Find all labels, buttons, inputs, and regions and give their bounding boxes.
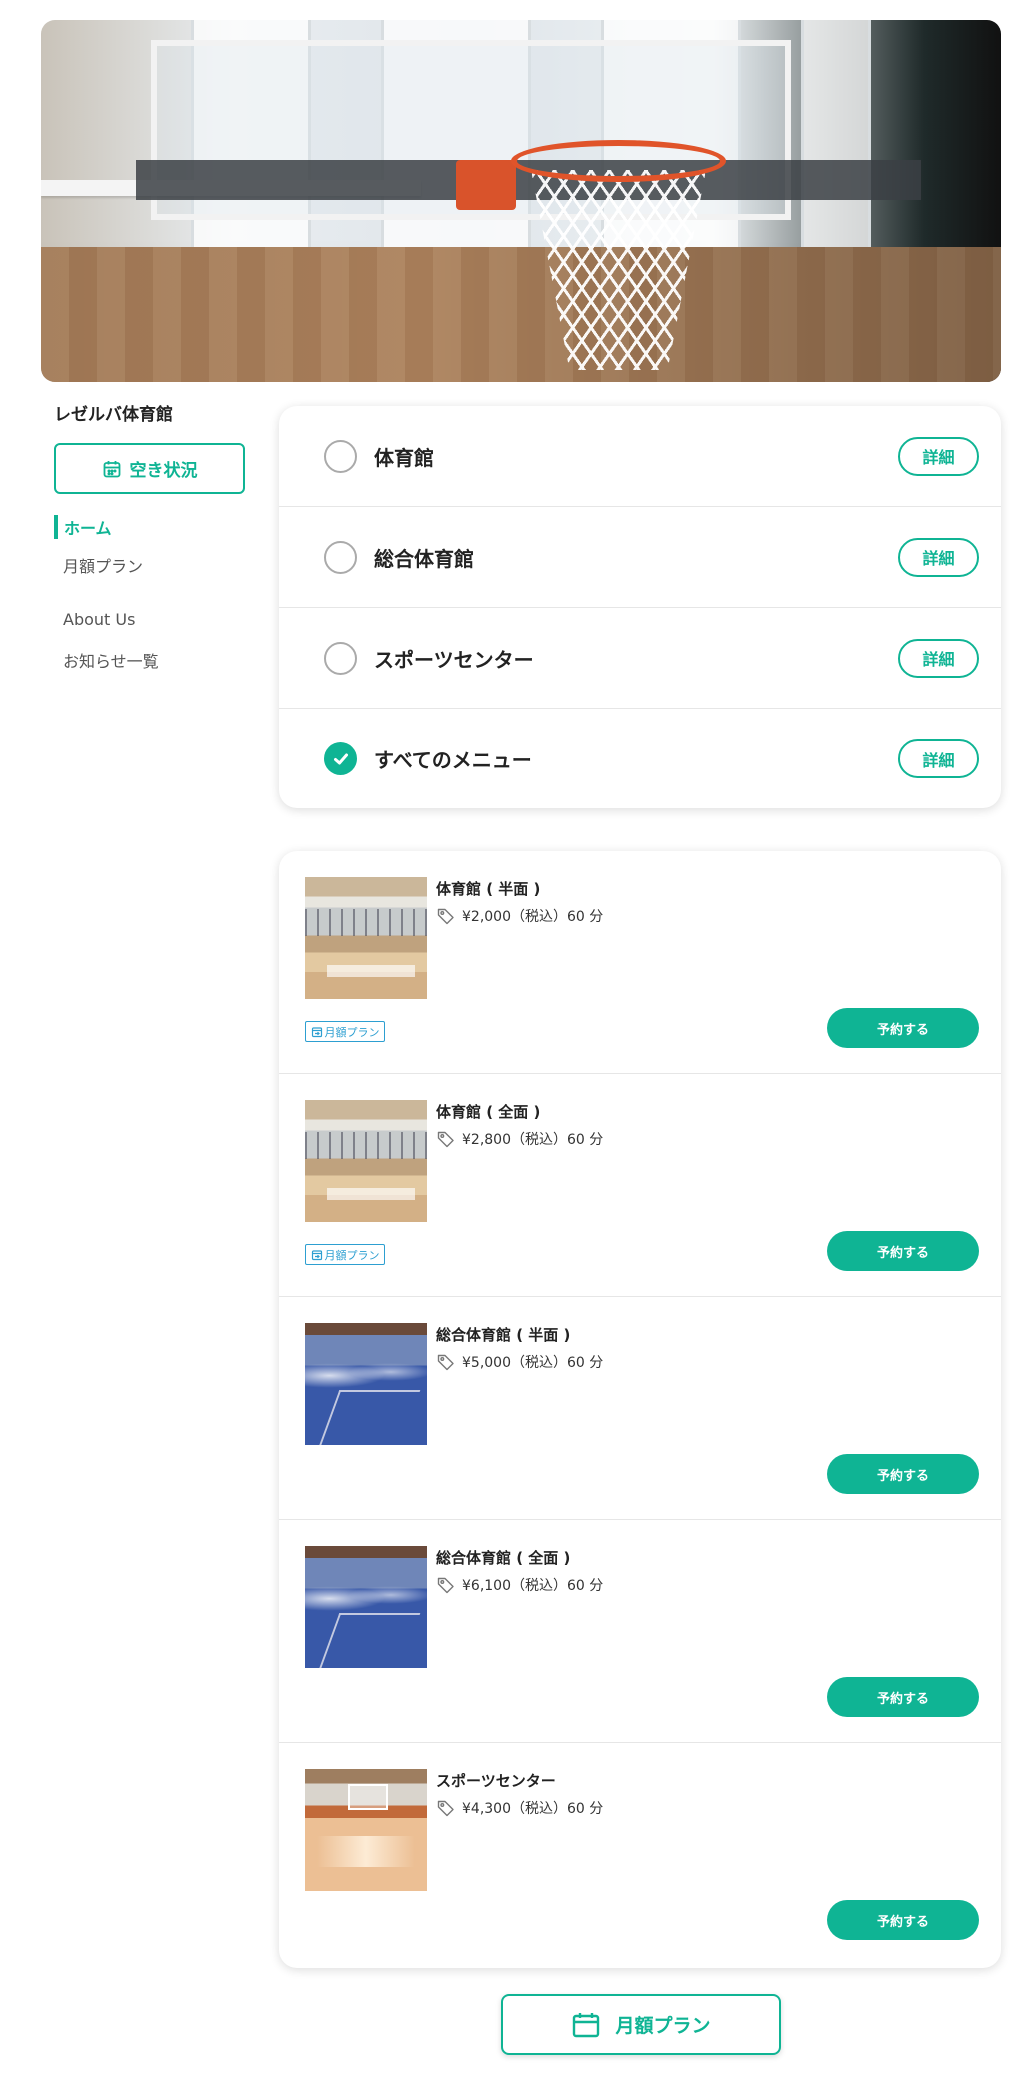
monthly-plan-badge: 月額プラン — [305, 1021, 385, 1042]
plan-item: スポーツセンター ¥4,300（税込）60 分 予約する — [279, 1743, 1001, 1968]
plan-title: スポーツセンター — [436, 1772, 556, 1790]
plan-title: 総合体育館 ( 半面 ) — [436, 1326, 571, 1344]
filter-label: すべてのメニュー — [374, 748, 532, 772]
price-tag-icon — [437, 1131, 454, 1148]
price-tag-icon — [437, 1577, 454, 1594]
plan-price: ¥6,100（税込）60 分 — [436, 1575, 603, 1595]
sports-center-thumbnail — [305, 1769, 427, 1891]
monthly-plan-badge-label: 月額プラン — [324, 1248, 380, 1262]
hoop-rim — [511, 140, 726, 182]
general-gym-thumbnail — [305, 1323, 427, 1445]
reserve-button[interactable]: 予約する — [827, 1900, 979, 1940]
plan-price: ¥4,300（税込）60 分 — [436, 1798, 603, 1818]
plan-price-text: ¥6,100（税込）60 分 — [462, 1578, 604, 1594]
detail-button[interactable]: 詳細 — [898, 638, 979, 678]
plan-price: ¥2,800（税込）60 分 — [436, 1129, 603, 1149]
plan-item: 体育館 ( 全面 ) ¥2,800（税込）60 分 月額プラン 予約する — [279, 1074, 1001, 1297]
repeat-icon — [311, 1026, 322, 1037]
hoop-bracket — [456, 160, 516, 210]
calendar-icon — [573, 2012, 600, 2037]
plan-price-text: ¥4,300（税込）60 分 — [462, 1801, 604, 1817]
general-gym-thumbnail — [305, 1546, 427, 1668]
nav-monthly-plan[interactable]: 月額プラン — [54, 553, 143, 577]
filter-label: 総合体育館 — [374, 546, 474, 571]
gym-thumbnail — [305, 877, 427, 999]
filter-option[interactable]: すべてのメニュー 詳細 — [279, 709, 1001, 808]
plan-title: 総合体育館 ( 全面 ) — [436, 1549, 571, 1567]
price-tag-icon — [437, 1800, 454, 1817]
nav-news-list[interactable]: お知らせ一覧 — [54, 648, 159, 672]
availability-button[interactable]: 空き状況 — [54, 443, 245, 494]
monthly-plan-badge-label: 月額プラン — [324, 1025, 380, 1039]
plan-price-text: ¥2,800（税込）60 分 — [462, 1132, 604, 1148]
detail-button[interactable]: 詳細 — [898, 436, 979, 476]
reserve-button[interactable]: 予約する — [827, 1008, 979, 1048]
wall-shadow — [41, 247, 1001, 382]
filter-option[interactable]: 体育館 詳細 — [279, 406, 1001, 507]
filter-option[interactable]: 総合体育館 詳細 — [279, 507, 1001, 608]
plan-item: 総合体育館 ( 全面 ) ¥6,100（税込）60 分 予約する — [279, 1520, 1001, 1743]
plan-item: 体育館 ( 半面 ) ¥2,000（税込）60 分 月額プラン 予約する — [279, 851, 1001, 1074]
plans-card: 体育館 ( 半面 ) ¥2,000（税込）60 分 月額プラン 予約する 体育館… — [279, 851, 1001, 1968]
monthly-plan-button[interactable]: 月額プラン — [501, 1994, 781, 2055]
monthly-plan-button-label: 月額プラン — [615, 2015, 711, 2037]
gym-thumbnail — [305, 1100, 427, 1222]
menu-filter-card: 体育館 詳細 総合体育館 詳細 スポーツセンター 詳細 すべてのメニュー 詳細 — [279, 406, 1001, 808]
detail-button[interactable]: 詳細 — [898, 537, 979, 577]
monthly-plan-badge: 月額プラン — [305, 1244, 385, 1265]
plan-title: 体育館 ( 全面 ) — [436, 1103, 541, 1121]
filter-label: 体育館 — [374, 445, 434, 470]
nav-about-us[interactable]: About Us — [54, 610, 135, 629]
filter-option[interactable]: スポーツセンター 詳細 — [279, 608, 1001, 709]
plan-title: 体育館 ( 半面 ) — [436, 880, 541, 898]
radio-button[interactable] — [324, 641, 357, 675]
plan-price: ¥2,000（税込）60 分 — [436, 906, 603, 926]
radio-button[interactable] — [324, 439, 357, 473]
radio-button[interactable] — [324, 540, 357, 574]
plan-price-text: ¥5,000（税込）60 分 — [462, 1355, 604, 1371]
plan-price-text: ¥2,000（税込）60 分 — [462, 909, 604, 925]
availability-button-label: 空き状況 — [129, 461, 198, 481]
venue-name: レゼルバ体育館 — [54, 405, 173, 425]
check-icon — [333, 753, 348, 764]
radio-button-checked[interactable] — [324, 742, 357, 775]
hero-image — [41, 20, 1001, 382]
plan-price: ¥5,000（税込）60 分 — [436, 1352, 603, 1372]
filter-label: スポーツセンター — [374, 647, 534, 672]
nav-home[interactable]: ホーム — [54, 515, 112, 539]
reserve-button[interactable]: 予約する — [827, 1454, 979, 1494]
plan-item: 総合体育館 ( 半面 ) ¥5,000（税込）60 分 予約する — [279, 1297, 1001, 1520]
price-tag-icon — [437, 1354, 454, 1371]
reserve-button[interactable]: 予約する — [827, 1231, 979, 1271]
reserve-button[interactable]: 予約する — [827, 1677, 979, 1717]
calendar-icon — [103, 460, 120, 477]
detail-button[interactable]: 詳細 — [898, 739, 979, 778]
price-tag-icon — [437, 908, 454, 925]
repeat-icon — [311, 1249, 322, 1260]
hero-window — [801, 20, 871, 260]
